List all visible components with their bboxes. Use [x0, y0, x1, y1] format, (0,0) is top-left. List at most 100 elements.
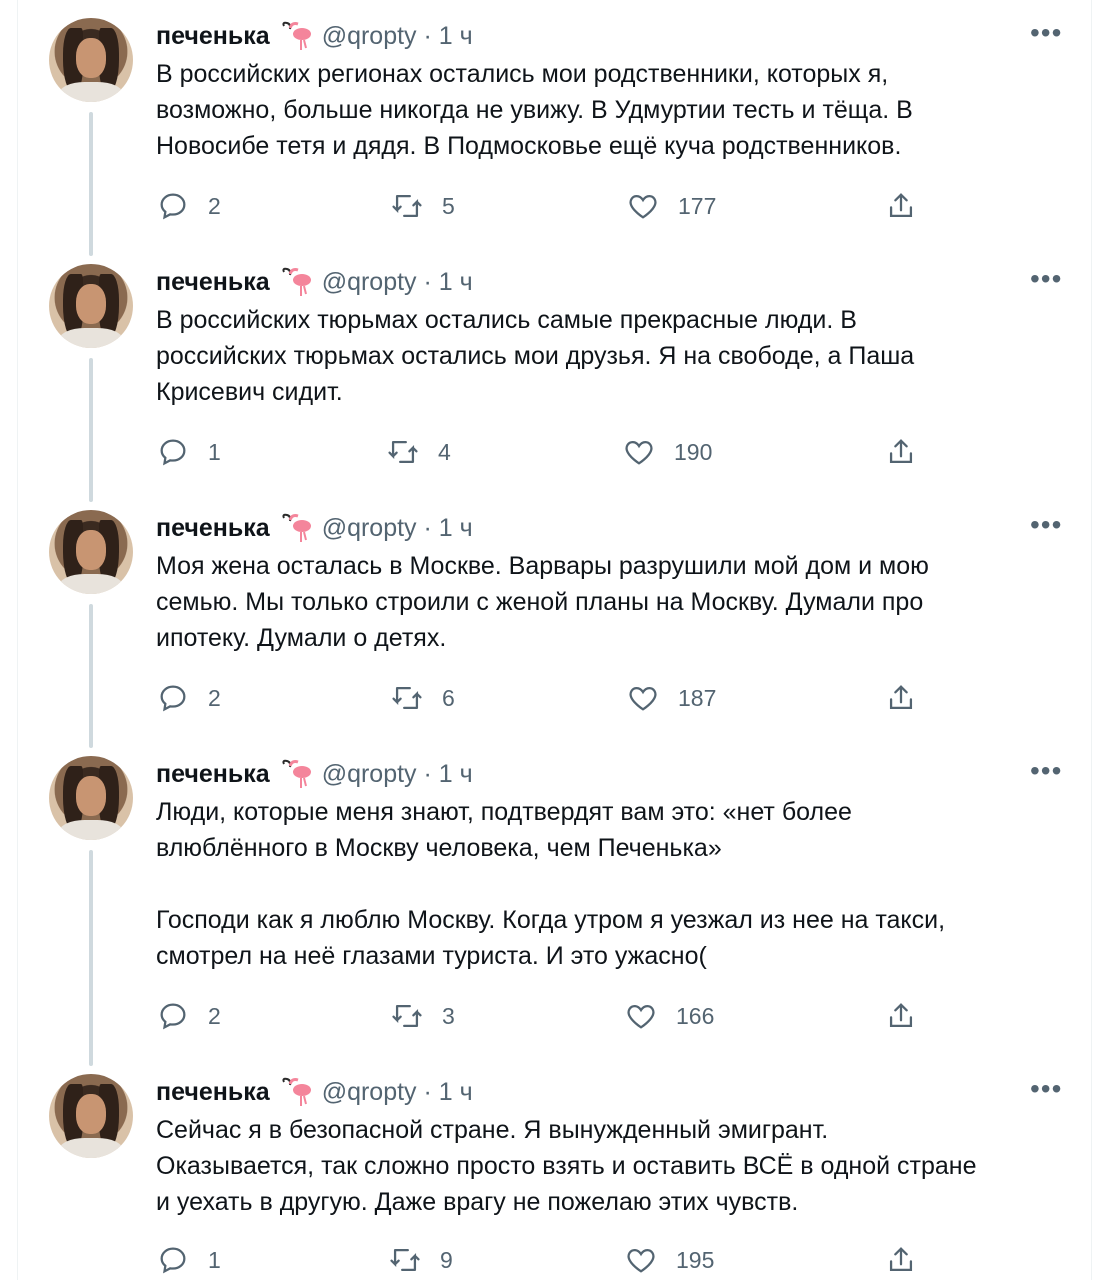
reply-icon [160, 685, 186, 712]
tweet-text: Сейчас я в безопасной стране. Я вынужден… [156, 1116, 977, 1216]
reply-count: 1 [208, 1246, 221, 1273]
tweet-actions: 1 9 195 [156, 1242, 1076, 1278]
share-icon [889, 1003, 913, 1028]
reply-button[interactable]: 1 [156, 1242, 221, 1278]
like-button[interactable]: 177 [626, 188, 716, 224]
author-handle-time[interactable]: @qropty · 1 ч [322, 22, 473, 51]
share-icon [889, 1247, 913, 1272]
flamingo-emoji-icon [282, 759, 311, 788]
flamingo-emoji-icon [282, 513, 311, 542]
avatar[interactable] [49, 264, 133, 348]
reply-icon [160, 1247, 186, 1274]
retweet-icon [388, 440, 418, 464]
reply-count: 2 [208, 684, 221, 711]
reply-icon [160, 193, 186, 220]
like-count: 177 [678, 192, 717, 219]
like-icon [629, 686, 657, 711]
author-handle-time[interactable]: @qropty · 1 ч [322, 760, 473, 789]
author-handle-time[interactable]: @qropty · 1 ч [322, 1078, 473, 1107]
share-button[interactable] [884, 188, 918, 224]
retweet-count: 5 [442, 192, 455, 219]
tweet-header: печенька @qropty · 1 ч [156, 264, 473, 300]
retweet-count: 9 [440, 1246, 453, 1273]
tweet-text: В российских регионах остались мои родст… [156, 60, 913, 160]
share-icon [889, 193, 913, 218]
flamingo-emoji-icon [282, 267, 311, 296]
retweet-count: 4 [438, 438, 451, 465]
tweet-text: Моя жена осталась в Москве. Варвары разр… [156, 552, 929, 652]
tweet-header: печенька @qropty · 1 ч [156, 756, 473, 792]
more-icon[interactable]: ••• [1030, 264, 1062, 300]
like-button[interactable]: 187 [626, 680, 716, 716]
avatar[interactable] [49, 18, 133, 102]
author-name[interactable]: печенька [156, 268, 270, 297]
like-count: 190 [674, 438, 713, 465]
reply-icon [160, 439, 186, 466]
author-name[interactable]: печенька [156, 1078, 270, 1107]
more-icon[interactable]: ••• [1030, 756, 1062, 792]
retweet-button[interactable]: 9 [388, 1242, 453, 1278]
tweet-actions: 2 6 187 [156, 680, 1076, 716]
thread-line [89, 358, 93, 502]
like-button[interactable]: 195 [624, 1242, 714, 1278]
tweet-text: Люди, которые меня знают, подтвердят вам… [156, 798, 946, 970]
like-icon [629, 194, 657, 219]
author-name[interactable]: печенька [156, 22, 270, 51]
author-handle-time[interactable]: @qropty · 1 ч [322, 268, 473, 297]
tweet-actions: 2 3 166 [156, 998, 1076, 1034]
flamingo-emoji-icon [282, 21, 311, 50]
retweet-icon [392, 1004, 422, 1028]
reply-button[interactable]: 2 [156, 680, 221, 716]
retweet-icon [390, 1248, 420, 1272]
like-icon [627, 1248, 655, 1273]
avatar[interactable] [49, 756, 133, 840]
avatar[interactable] [49, 1074, 133, 1158]
author-handle-time[interactable]: @qropty · 1 ч [322, 514, 473, 543]
more-icon[interactable]: ••• [1030, 18, 1062, 54]
tweet-text: В российских тюрьмах остались самые прек… [156, 306, 915, 406]
retweet-button[interactable]: 6 [390, 680, 455, 716]
retweet-button[interactable]: 4 [386, 434, 451, 470]
like-icon [627, 1004, 655, 1029]
reply-button[interactable]: 1 [156, 434, 221, 470]
tweet-header: печенька @qropty · 1 ч [156, 1074, 473, 1110]
share-button[interactable] [884, 1242, 918, 1278]
thread-line [89, 112, 93, 256]
retweet-button[interactable]: 3 [390, 998, 455, 1034]
reply-count: 2 [208, 1002, 221, 1029]
retweet-icon [392, 194, 422, 218]
like-button[interactable]: 166 [624, 998, 714, 1034]
author-name[interactable]: печенька [156, 760, 270, 789]
tweet-header: печенька @qropty · 1 ч [156, 510, 473, 546]
share-button[interactable] [884, 998, 918, 1034]
reply-count: 1 [208, 438, 221, 465]
retweet-count: 6 [442, 684, 455, 711]
more-icon[interactable]: ••• [1030, 1074, 1062, 1110]
column-border-right [1091, 0, 1092, 1280]
column-border-left [17, 0, 18, 1280]
more-icon[interactable]: ••• [1030, 510, 1062, 546]
tweet-header: печенька @qropty · 1 ч [156, 18, 473, 54]
tweet-actions: 2 5 177 [156, 188, 1076, 224]
reply-icon [160, 1003, 186, 1030]
reply-button[interactable]: 2 [156, 998, 221, 1034]
share-icon [889, 439, 913, 464]
like-count: 166 [676, 1002, 715, 1029]
like-icon [625, 440, 653, 465]
thread-line [89, 850, 93, 1066]
avatar[interactable] [49, 510, 133, 594]
thread-line [89, 604, 93, 748]
reply-count: 2 [208, 192, 221, 219]
reply-button[interactable]: 2 [156, 188, 221, 224]
retweet-button[interactable]: 5 [390, 188, 455, 224]
like-button[interactable]: 190 [622, 434, 712, 470]
share-button[interactable] [884, 434, 918, 470]
share-icon [889, 685, 913, 710]
share-button[interactable] [884, 680, 918, 716]
like-count: 187 [678, 684, 717, 711]
retweet-icon [392, 686, 422, 710]
author-name[interactable]: печенька [156, 514, 270, 543]
like-count: 195 [676, 1246, 715, 1273]
tweet-actions: 1 4 190 [156, 434, 1076, 470]
retweet-count: 3 [442, 1002, 455, 1029]
